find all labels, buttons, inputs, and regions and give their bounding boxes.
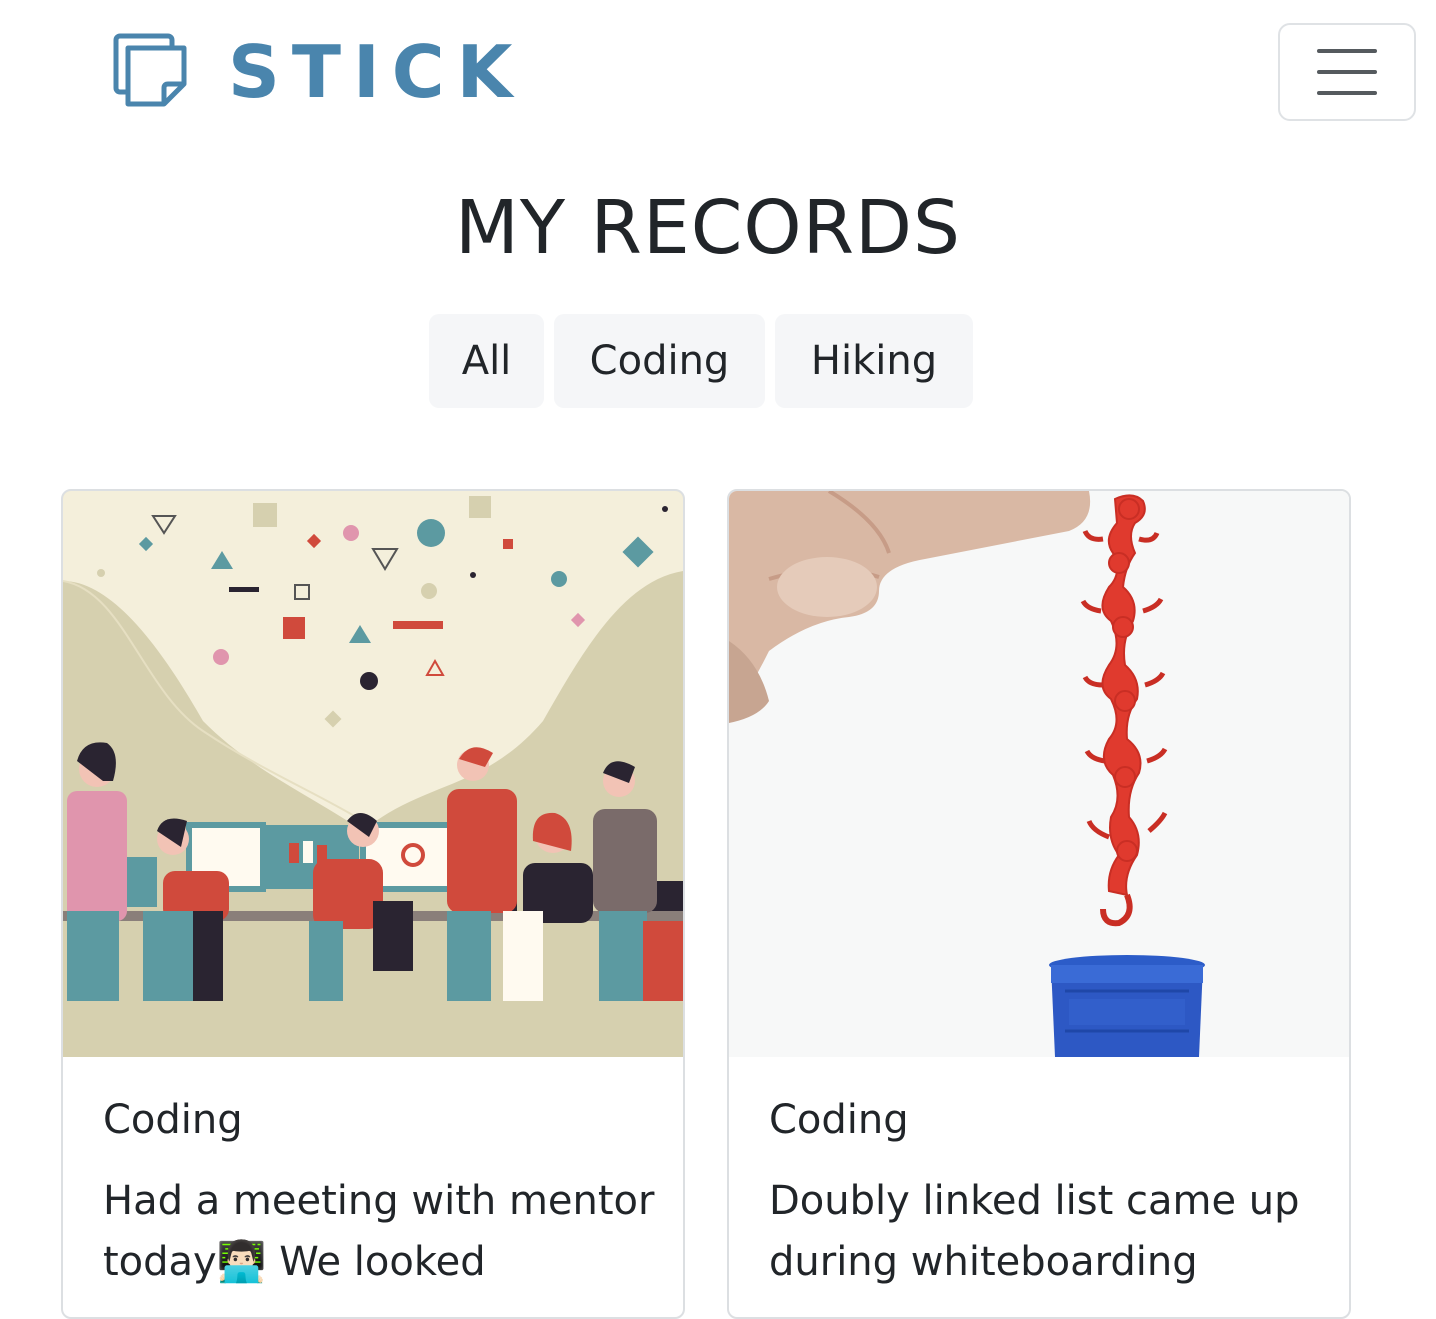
filter-all-button[interactable]: All [429, 314, 544, 408]
card-text: Doubly linked list came up during whiteb… [769, 1178, 1300, 1285]
card-category: Coding [769, 1097, 909, 1143]
hamburger-menu-icon [1317, 49, 1377, 53]
team-meeting-illustration [63, 491, 683, 1057]
page-title: MY RECORDS [454, 185, 962, 271]
brand-logo[interactable]: STICK [112, 32, 524, 112]
navbar-toggle-button[interactable] [1278, 23, 1416, 121]
category-filter-bar: All Coding Hiking [429, 314, 973, 408]
card-text: Had a meeting with mentor today👨🏻‍💻 We l… [103, 1178, 655, 1285]
filter-coding-button[interactable]: Coding [554, 314, 765, 408]
brand-name: STICK [228, 30, 525, 114]
hamburger-menu-icon-line [1317, 91, 1377, 95]
record-card[interactable]: Coding Had a meeting with mentor today👨🏻… [61, 489, 685, 1319]
filter-hiking-button[interactable]: Hiking [775, 314, 973, 408]
barrel-of-monkeys-photo [729, 491, 1349, 1057]
card-category: Coding [103, 1097, 243, 1143]
hamburger-menu-icon-line [1317, 70, 1377, 74]
sticky-notes-icon [113, 33, 187, 107]
record-card[interactable]: Coding Doubly linked list came up during… [727, 489, 1351, 1319]
